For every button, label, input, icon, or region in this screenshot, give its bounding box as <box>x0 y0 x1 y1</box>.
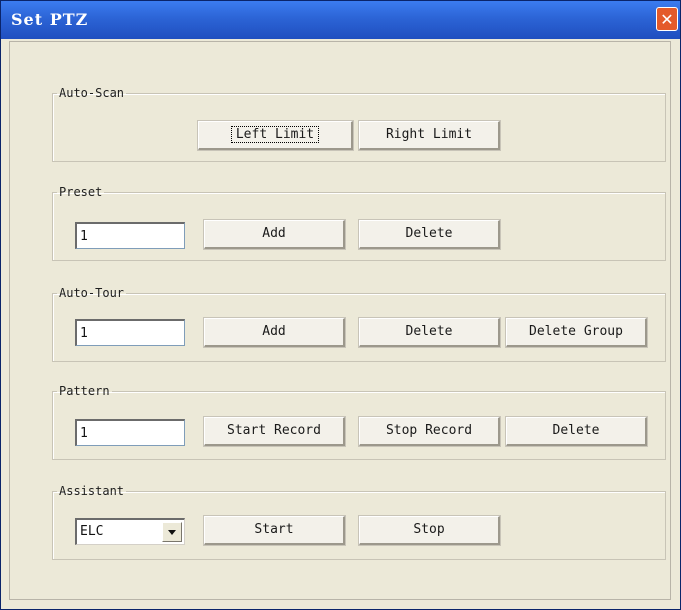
preset-title: Preset <box>59 185 103 199</box>
close-button[interactable]: ✕ <box>656 7 678 31</box>
auto-tour-title: Auto-Tour <box>59 286 125 300</box>
pattern-delete-label: Delete <box>552 423 600 438</box>
auto-tour-delete-group-button[interactable]: Delete Group <box>505 317 648 348</box>
assistant-stop-label: Stop <box>413 522 445 537</box>
assistant-stop-button[interactable]: Stop <box>358 515 501 546</box>
auto-tour-add-label: Add <box>262 324 286 339</box>
auto-tour-delete-button[interactable]: Delete <box>358 317 501 348</box>
pattern-number-input[interactable] <box>75 419 185 446</box>
assistant-title: Assistant <box>59 484 125 498</box>
set-ptz-dialog: Set PTZ ✕ Auto-Scan Left Limit Right Lim… <box>0 0 681 610</box>
stop-record-button[interactable]: Stop Record <box>358 416 501 447</box>
pattern-title: Pattern <box>59 384 110 398</box>
title-bar[interactable]: Set PTZ ✕ <box>1 1 680 39</box>
assistant-start-button[interactable]: Start <box>203 515 346 546</box>
chevron-down-icon[interactable] <box>162 522 182 542</box>
preset-delete-button[interactable]: Delete <box>358 219 501 250</box>
close-icon: ✕ <box>660 10 674 29</box>
dialog-body: Auto-Scan Left Limit Right Limit Preset … <box>9 41 671 600</box>
start-record-label: Start Record <box>227 423 321 438</box>
left-limit-label: Left Limit <box>230 126 320 143</box>
assistant-select-value: ELC <box>80 524 104 539</box>
start-record-button[interactable]: Start Record <box>203 416 346 447</box>
auto-scan-title: Auto-Scan <box>59 86 125 100</box>
left-limit-button[interactable]: Left Limit <box>197 120 354 151</box>
right-limit-label: Right Limit <box>385 127 473 142</box>
preset-number-input[interactable] <box>75 222 185 249</box>
preset-add-label: Add <box>262 226 286 241</box>
pattern-delete-button[interactable]: Delete <box>505 416 648 447</box>
auto-tour-delete-group-label: Delete Group <box>529 324 623 339</box>
preset-delete-label: Delete <box>405 226 453 241</box>
stop-record-label: Stop Record <box>385 423 473 438</box>
assistant-function-select[interactable]: ELC <box>75 518 185 545</box>
preset-add-button[interactable]: Add <box>203 219 346 250</box>
auto-tour-add-button[interactable]: Add <box>203 317 346 348</box>
auto-tour-delete-label: Delete <box>405 324 453 339</box>
right-limit-button[interactable]: Right Limit <box>358 120 501 151</box>
assistant-start-label: Start <box>254 522 294 537</box>
auto-tour-number-input[interactable] <box>75 319 185 346</box>
window-title: Set PTZ <box>11 10 89 29</box>
